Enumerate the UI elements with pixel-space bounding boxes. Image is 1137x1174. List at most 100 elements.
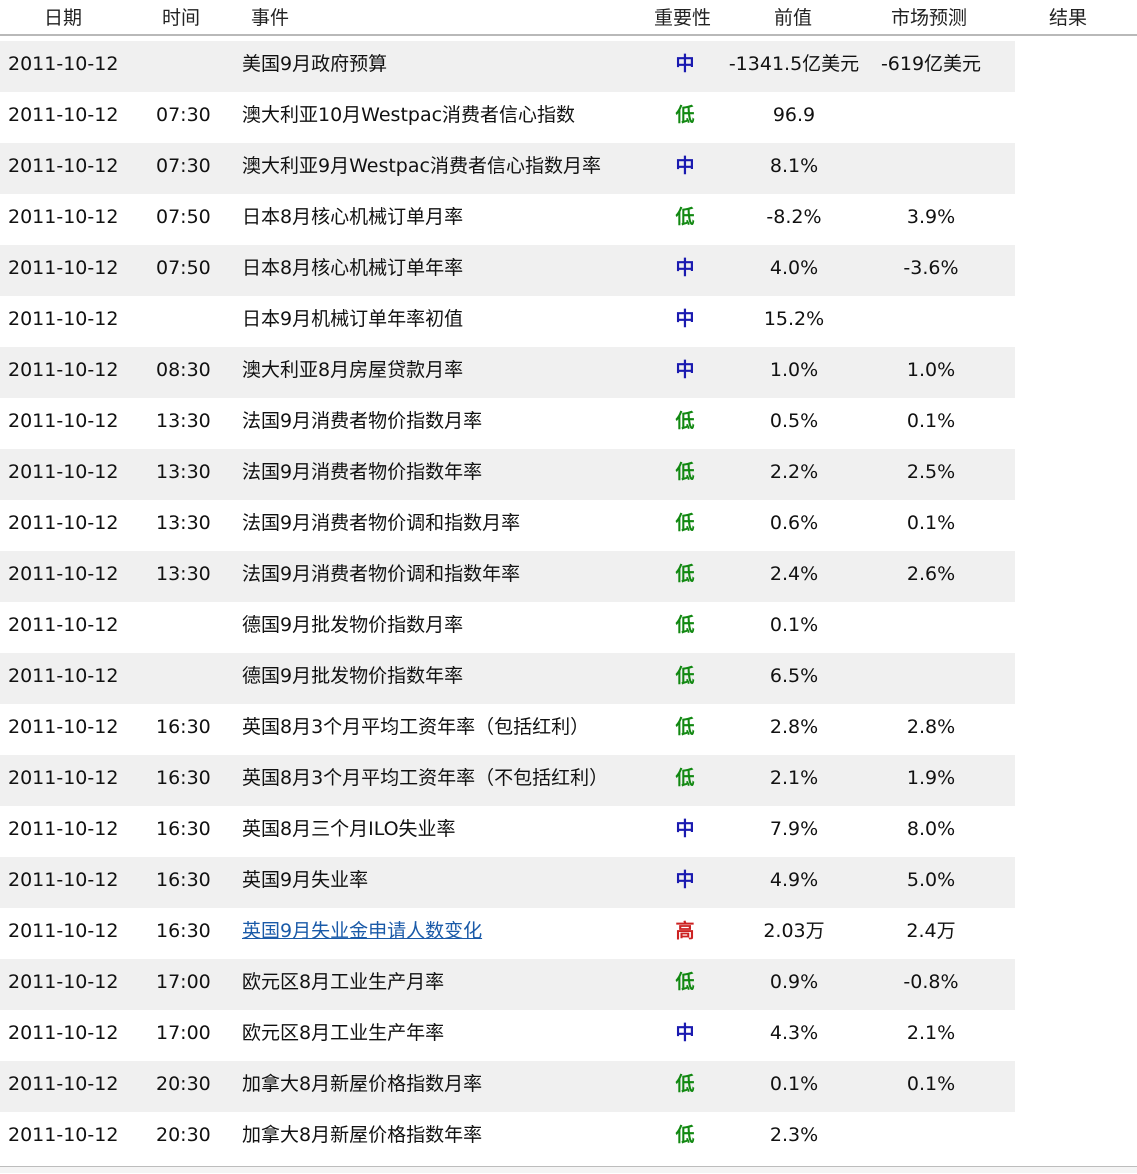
cell-date: 2011-10-12 — [8, 563, 119, 585]
cell-date: 2011-10-12 — [8, 461, 119, 483]
importance-badge: 中 — [675, 359, 695, 381]
importance-badge: 低 — [675, 1124, 695, 1146]
cell-result — [1010, 806, 1130, 857]
cell-forecast: 8.0% — [906, 818, 956, 840]
cell-date: 2011-10-12 — [8, 818, 119, 840]
cell-event: 澳大利亚9月Westpac消费者信心指数月率 — [242, 155, 601, 177]
cell-event: 法国9月消费者物价指数月率 — [242, 410, 483, 432]
importance-badge: 中 — [675, 818, 695, 840]
importance-badge: 低 — [675, 1073, 695, 1095]
cell-previous: 2.2% — [769, 461, 819, 483]
cell-result — [1010, 704, 1130, 755]
cell-event: 欧元区8月工业生产月率 — [242, 971, 445, 993]
header-time: 时间 — [162, 7, 201, 29]
header-forecast: 市场预测 — [891, 7, 968, 29]
cell-previous: 96.9 — [772, 104, 816, 126]
cell-date: 2011-10-12 — [8, 104, 119, 126]
cell-time: 08:30 — [156, 359, 211, 381]
importance-badge: 中 — [675, 1022, 695, 1044]
importance-badge: 低 — [675, 614, 695, 636]
cell-result — [1010, 143, 1130, 194]
table-row: 2011-10-12 德国9月批发物价指数年率 低 6.5% — [0, 653, 1015, 704]
cell-result — [1010, 857, 1130, 908]
cell-time: 20:30 — [156, 1073, 211, 1095]
table-row: 2011-10-12 08:30 澳大利亚8月房屋贷款月率 中 1.0% 1.0% — [0, 347, 1015, 398]
cell-time: 17:00 — [156, 971, 211, 993]
cell-forecast: 1.0% — [906, 359, 956, 381]
table-row: 2011-10-12 17:00 欧元区8月工业生产年率 中 4.3% 2.1% — [0, 1010, 1015, 1061]
cell-previous: 4.0% — [769, 257, 819, 279]
table-row: 2011-10-12 16:30 英国8月三个月ILO失业率 中 7.9% 8.0% — [0, 806, 1015, 857]
importance-badge: 低 — [675, 461, 695, 483]
cell-result — [1010, 602, 1130, 653]
importance-badge: 中 — [675, 53, 695, 75]
cell-forecast: -3.6% — [903, 257, 959, 279]
event-link[interactable]: 英国9月失业金申请人数变化 — [242, 908, 482, 959]
cell-forecast — [866, 653, 996, 704]
cell-forecast: 0.1% — [906, 512, 956, 534]
header-result: 结果 — [1049, 7, 1088, 29]
cell-previous: 0.6% — [769, 512, 819, 534]
table-header: 日期 时间 事件 重要性 前值 市场预测 结果 — [0, 0, 1137, 36]
cell-result — [1010, 653, 1130, 704]
table-row: 2011-10-12 美国9月政府预算 中 -1341.5亿美元 -619亿美元 — [0, 41, 1015, 92]
cell-result — [1010, 41, 1130, 92]
cell-result — [1010, 92, 1130, 143]
cell-time: 07:50 — [156, 257, 211, 279]
table-row: 2011-10-12 13:30 法国9月消费者物价指数月率 低 0.5% 0.1% — [0, 398, 1015, 449]
cell-time: 16:30 — [156, 716, 211, 738]
cell-forecast: 5.0% — [906, 869, 956, 891]
cell-event: 法国9月消费者物价指数年率 — [242, 461, 483, 483]
cell-event: 英国8月3个月平均工资年率（不包括红利） — [242, 767, 609, 789]
table-row: 2011-10-12 13:30 法国9月消费者物价指数年率 低 2.2% 2.5% — [0, 449, 1015, 500]
cell-result — [1010, 1061, 1130, 1112]
cell-previous: 2.1% — [769, 767, 819, 789]
cell-date: 2011-10-12 — [8, 869, 119, 891]
importance-badge: 中 — [675, 308, 695, 330]
cell-forecast: 2.6% — [906, 563, 956, 585]
cell-forecast: 3.9% — [906, 206, 956, 228]
cell-forecast — [866, 602, 996, 653]
bottom-divider — [0, 1166, 1137, 1173]
importance-badge: 低 — [675, 716, 695, 738]
cell-forecast — [866, 296, 996, 347]
cell-previous: 2.3% — [769, 1124, 819, 1146]
cell-result — [1010, 245, 1130, 296]
cell-event: 英国8月3个月平均工资年率（包括红利） — [242, 716, 590, 738]
cell-result — [1010, 500, 1130, 551]
cell-previous: 4.9% — [769, 869, 819, 891]
cell-result — [1010, 194, 1130, 245]
cell-event: 美国9月政府预算 — [242, 53, 388, 75]
cell-forecast: 2.8% — [906, 716, 956, 738]
cell-date: 2011-10-12 — [8, 410, 119, 432]
header-date: 日期 — [44, 7, 83, 29]
cell-forecast — [866, 143, 996, 194]
cell-result — [1010, 908, 1130, 959]
cell-date: 2011-10-12 — [8, 308, 119, 330]
importance-badge: 中 — [675, 155, 695, 177]
cell-event: 英国8月三个月ILO失业率 — [242, 818, 456, 840]
cell-date: 2011-10-12 — [8, 53, 119, 75]
cell-date: 2011-10-12 — [8, 665, 119, 687]
cell-previous: 2.8% — [769, 716, 819, 738]
cell-date: 2011-10-12 — [8, 614, 119, 636]
cell-time: 20:30 — [156, 1124, 211, 1146]
cell-event: 德国9月批发物价指数年率 — [242, 665, 464, 687]
cell-forecast: 0.1% — [906, 1073, 956, 1095]
cell-forecast: 1.9% — [906, 767, 956, 789]
table-row: 2011-10-12 日本9月机械订单年率初值 中 15.2% — [0, 296, 1015, 347]
importance-badge: 低 — [675, 410, 695, 432]
table-row: 2011-10-12 17:00 欧元区8月工业生产月率 低 0.9% -0.8% — [0, 959, 1015, 1010]
cell-time: 17:00 — [156, 1022, 211, 1044]
cell-date: 2011-10-12 — [8, 716, 119, 738]
header-importance: 重要性 — [654, 7, 712, 29]
cell-result — [1010, 1112, 1130, 1163]
importance-badge: 低 — [675, 512, 695, 534]
cell-forecast — [866, 92, 996, 143]
importance-badge: 低 — [675, 563, 695, 585]
importance-badge: 低 — [675, 971, 695, 993]
table-row: 2011-10-12 07:30 澳大利亚10月Westpac消费者信心指数 低 96.… — [0, 92, 1015, 143]
table-row: 2011-10-12 16:30 英国9月失业金申请人数变化 高 2.03万 2.4万 — [0, 908, 1015, 959]
cell-time: 07:30 — [156, 104, 211, 126]
cell-event: 澳大利亚8月房屋贷款月率 — [242, 359, 464, 381]
